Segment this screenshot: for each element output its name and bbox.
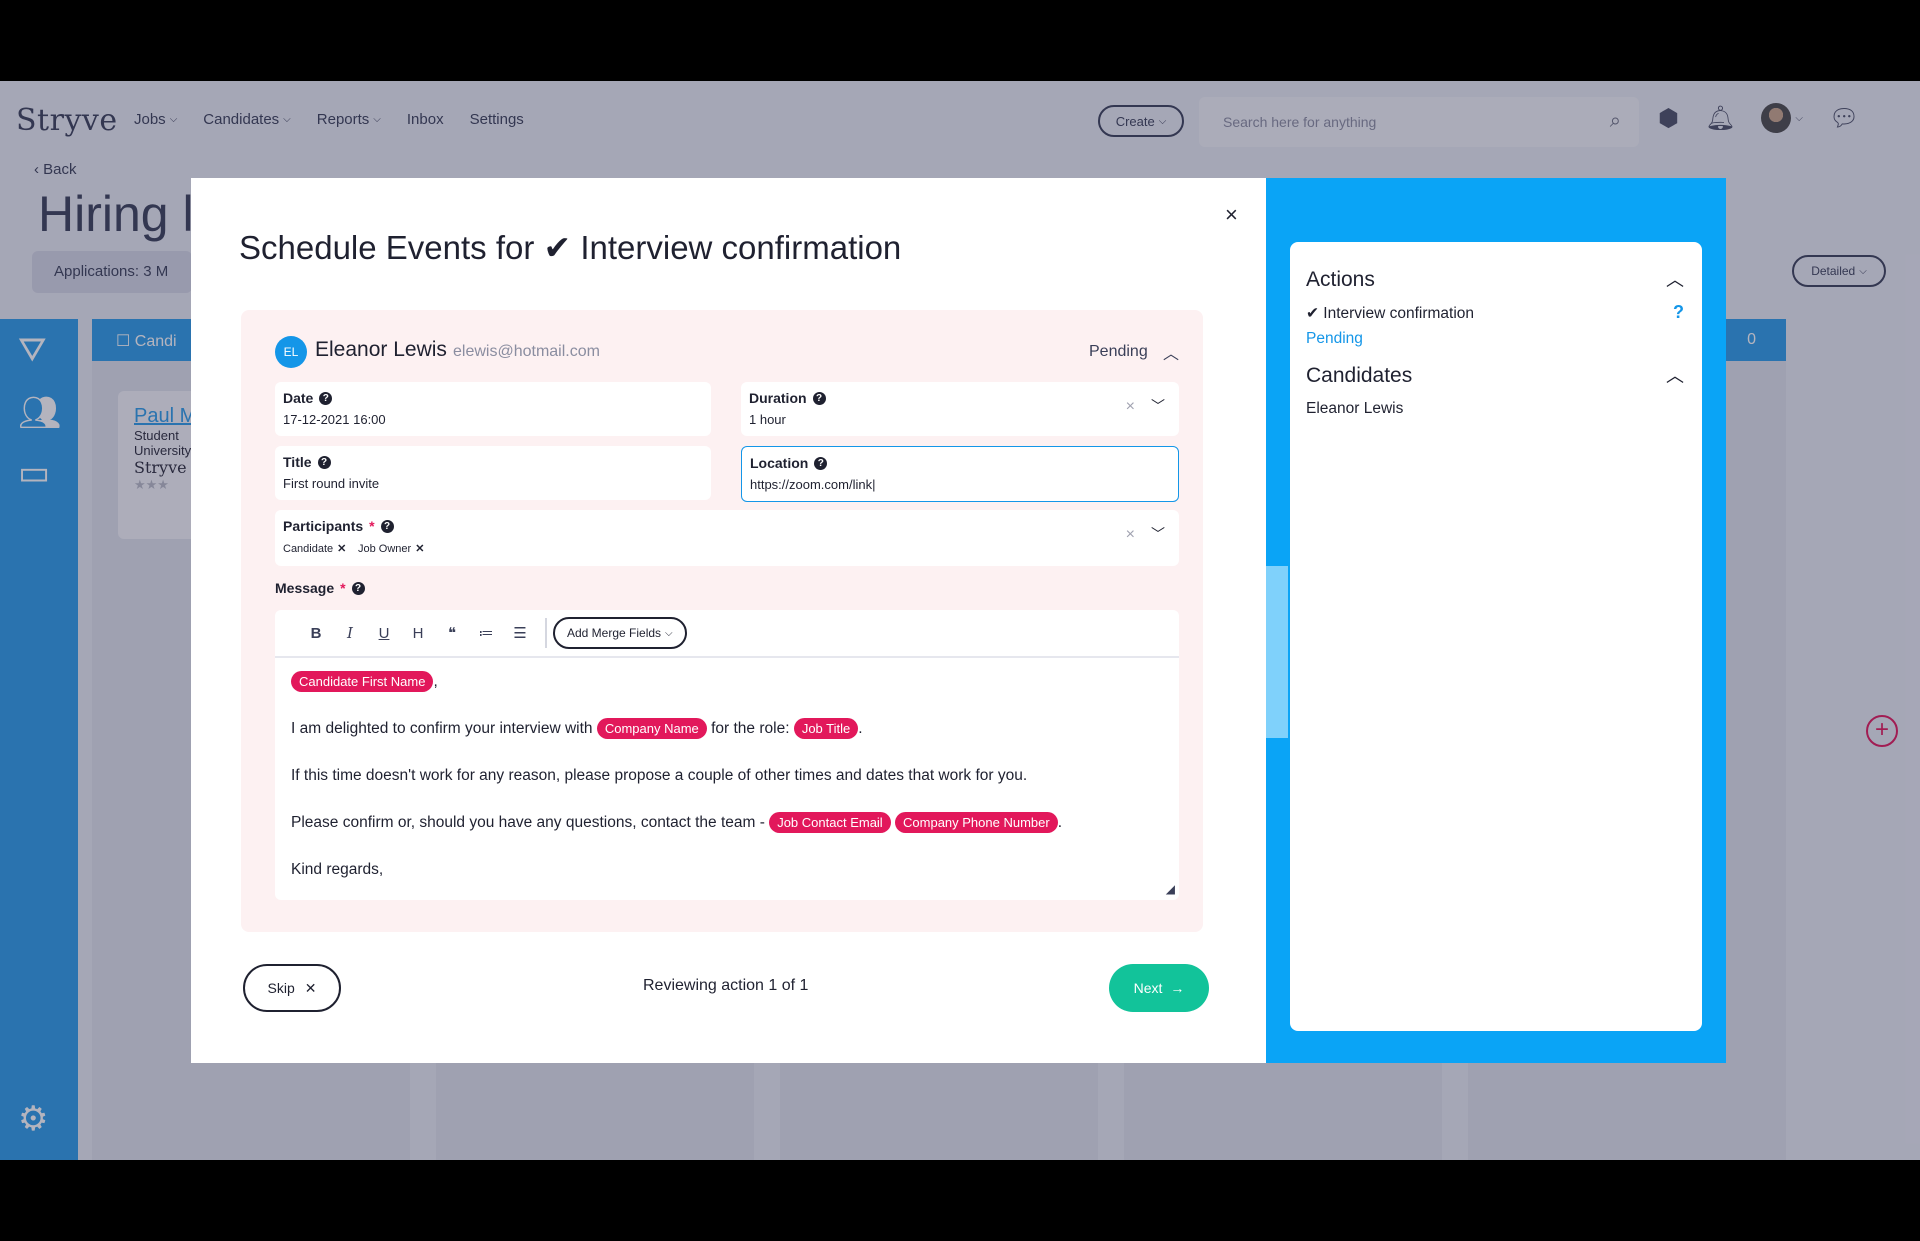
required-marker: * [340, 580, 346, 596]
next-label: Next [1133, 980, 1163, 996]
editor-toolbar: B I U H ❝ ≔ ☰ Add Merge Fields ⌵ [275, 610, 1179, 658]
message-text: I am delighted to confirm your interview… [291, 720, 593, 738]
chevron-down-icon[interactable]: ﹀ [1151, 524, 1165, 544]
skip-label: Skip [267, 980, 295, 996]
help-icon[interactable]: ? [814, 456, 828, 470]
title-label-row: Title? [283, 454, 703, 470]
message-line-2: I am delighted to confirm your interview… [291, 717, 1163, 741]
candidate-list-item[interactable]: Eleanor Lewis [1306, 400, 1403, 418]
location-label: Location [750, 455, 809, 471]
participants-label: Participants [283, 518, 364, 534]
participants-label-row: Participants *? [283, 518, 1171, 534]
quote-button[interactable]: ❝ [435, 624, 469, 642]
next-button[interactable]: Next → [1109, 964, 1209, 1012]
panel-scrollbar[interactable] [1266, 566, 1288, 738]
message-line-1: Candidate First Name, [291, 670, 1163, 694]
arrow-right-icon: → [1170, 980, 1185, 996]
clear-icon[interactable]: × [1126, 526, 1135, 544]
merge-field-pill[interactable]: Candidate First Name [291, 671, 434, 693]
date-field[interactable]: Date? 17-12-2021 16:00 [275, 382, 711, 436]
bullet-list-button[interactable]: ☰ [503, 624, 537, 642]
candidate-initials-avatar: EL [275, 336, 307, 368]
participant-tag: Job Owner [358, 543, 412, 555]
duration-label: Duration [749, 390, 807, 406]
event-card: EL Eleanor Lewis elewis@hotmail.com Pend… [241, 310, 1203, 932]
help-icon[interactable]: ? [319, 391, 333, 405]
location-label-row: Location? [750, 455, 1170, 471]
message-text: . [858, 720, 863, 738]
required-marker: * [369, 518, 375, 534]
title-label: Title [283, 454, 312, 470]
title-value: First round invite [283, 476, 380, 491]
help-icon[interactable]: ? [380, 519, 394, 533]
help-icon[interactable]: ? [1673, 302, 1684, 323]
add-merge-fields-button[interactable]: Add Merge Fields ⌵ [553, 617, 687, 649]
candidate-email: elewis@hotmail.com [453, 343, 600, 360]
help-icon[interactable]: ? [351, 581, 365, 595]
chevron-up-icon[interactable]: ︿ [1666, 266, 1684, 292]
message-label-row: Message *? [275, 580, 365, 596]
toolbar-divider [545, 618, 547, 648]
italic-button[interactable]: I [333, 624, 367, 642]
underline-button[interactable]: U [367, 625, 401, 642]
message-line-4: Please confirm or, should you have any q… [291, 811, 1163, 835]
merge-fields-label: Add Merge Fields [567, 626, 662, 640]
date-value: 17-12-2021 16:00 [283, 412, 386, 427]
message-line-5: Kind regards, [291, 861, 384, 879]
event-status: Pending [1089, 343, 1148, 360]
review-progress: Reviewing action 1 of 1 [643, 977, 809, 994]
clear-icon[interactable]: × [1126, 398, 1135, 416]
participant-tag: Candidate [283, 543, 334, 555]
duration-value: 1 hour [749, 412, 786, 427]
message-text: , [433, 673, 438, 690]
location-field[interactable]: Location? https://zoom.com/link| [741, 446, 1179, 502]
text-caret: | [872, 477, 876, 492]
merge-field-pill[interactable]: Company Name [596, 718, 707, 740]
actions-panel-card: Actions ︿ ✔ Interview confirmation ? Pen… [1290, 242, 1702, 1031]
skip-button[interactable]: Skip ✕ [243, 964, 341, 1012]
message-text: Please confirm or, should you have any q… [291, 814, 765, 832]
remove-tag-icon[interactable]: ✕ [337, 543, 346, 555]
location-value-wrap: https://zoom.com/link| [750, 477, 1170, 492]
action-item[interactable]: ✔ Interview confirmation [1306, 304, 1474, 323]
help-icon[interactable]: ? [812, 391, 826, 405]
participant-tags: Candidate ✕ Job Owner ✕ [283, 540, 1171, 555]
close-icon[interactable]: × [1225, 202, 1238, 228]
resize-handle-icon[interactable]: ◢ [1166, 882, 1175, 896]
merge-field-pill[interactable]: Job Contact Email [769, 812, 891, 834]
message-editor[interactable]: B I U H ❝ ≔ ☰ Add Merge Fields ⌵ Candidat… [275, 610, 1179, 900]
duration-label-row: Duration? [749, 390, 1171, 406]
merge-field-pill[interactable]: Job Title [793, 718, 859, 740]
close-icon: ✕ [304, 979, 317, 996]
remove-tag-icon[interactable]: ✕ [415, 543, 424, 555]
date-label: Date [283, 390, 314, 406]
message-text: for the role: [711, 720, 790, 738]
actions-heading: Actions [1306, 268, 1375, 291]
chevron-up-icon[interactable]: ︿ [1163, 340, 1179, 364]
message-line-3: If this time doesn't work for any reason… [291, 767, 1028, 785]
chevron-down-icon[interactable]: ﹀ [1151, 396, 1165, 416]
candidates-heading: Candidates [1306, 364, 1413, 387]
help-icon[interactable]: ? [317, 455, 331, 469]
chevron-down-icon: ⌵ [665, 627, 673, 639]
title-field[interactable]: Title? First round invite [275, 446, 711, 500]
message-text: . [1057, 814, 1063, 832]
participants-select[interactable]: Participants *? Candidate ✕ Job Owner ✕ × ﹀ [275, 510, 1179, 566]
merge-field-pill[interactable]: Company Phone Number [895, 812, 1058, 834]
modal-title: Schedule Events for ✔ Interview confirma… [239, 229, 902, 266]
action-status: Pending [1306, 330, 1363, 347]
bold-button[interactable]: B [299, 625, 333, 642]
heading-button[interactable]: H [401, 625, 435, 642]
ordered-list-button[interactable]: ≔ [469, 624, 503, 642]
duration-select[interactable]: Duration? 1 hour × ﹀ [741, 382, 1179, 436]
location-value: https://zoom.com/link [750, 477, 873, 492]
message-body[interactable]: Candidate First Name, I am delighted to … [291, 670, 1163, 905]
actions-side-panel: Actions ︿ ✔ Interview confirmation ? Pen… [1266, 178, 1726, 1063]
candidate-name: Eleanor Lewis [315, 338, 447, 361]
schedule-events-modal: Schedule Events for ✔ Interview confirma… [191, 178, 1266, 1063]
chevron-up-icon[interactable]: ︿ [1666, 362, 1684, 388]
date-label-row: Date? [283, 390, 703, 406]
message-label: Message [275, 580, 335, 596]
